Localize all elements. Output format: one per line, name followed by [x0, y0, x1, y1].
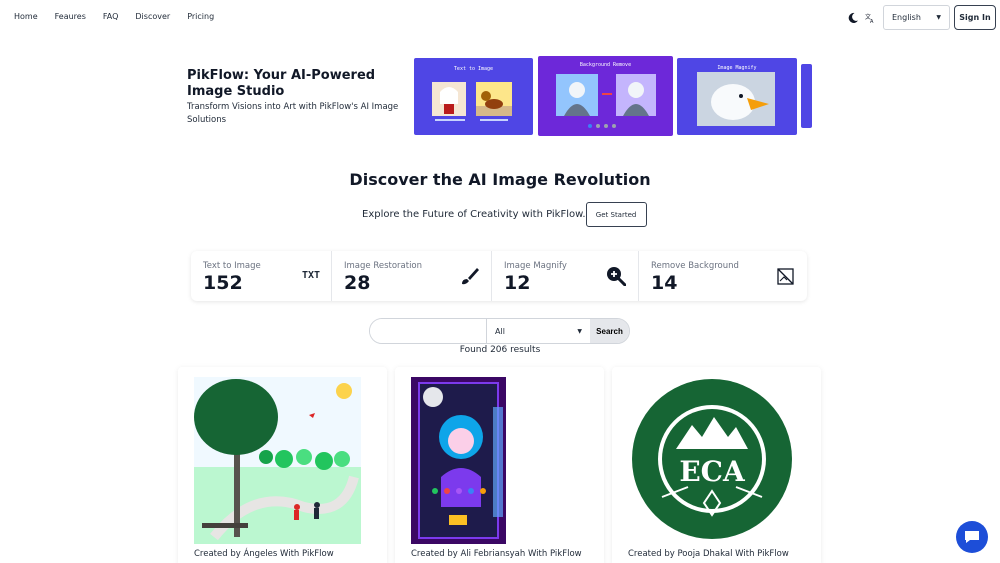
- carousel-dot[interactable]: [604, 124, 608, 128]
- hero-title: PikFlow: Your AI-Powered Image Studio: [187, 68, 376, 99]
- slide-text-to-image[interactable]: Text to Image: [414, 58, 533, 135]
- slide-next-partial[interactable]: [801, 64, 812, 128]
- get-started-button[interactable]: Get Started: [585, 202, 647, 227]
- nav-faq[interactable]: FAQ: [103, 12, 119, 21]
- slide-image-magnify[interactable]: Image Magnify: [677, 58, 797, 135]
- stat-value: 12: [504, 272, 531, 294]
- caret-down-icon: ▼: [577, 327, 582, 335]
- brush-icon: [462, 268, 479, 285]
- category-value: All: [495, 326, 505, 336]
- image-off-icon: [777, 268, 794, 285]
- moon-icon[interactable]: [847, 12, 859, 24]
- discover-title: Discover the AI Image Revolution: [349, 170, 651, 189]
- card-image[interactable]: [411, 377, 506, 544]
- carousel-dot[interactable]: [588, 124, 592, 128]
- stat-label: Image Magnify: [504, 261, 567, 271]
- hero-subtitle: Transform Visions into Art with PikFlow'…: [187, 102, 399, 125]
- svg-text:A: A: [870, 19, 874, 23]
- card-caption: Created by Ali Febriansyah With PikFlow: [411, 549, 582, 559]
- language-value: English: [892, 13, 921, 22]
- discover-row: Explore the Future of Creativity with Pi…: [362, 202, 647, 227]
- nav-links: Home Feaures FAQ Discover Pricing: [14, 12, 231, 21]
- slide-label: Image Magnify: [717, 65, 757, 71]
- gallery-card[interactable]: Created by Ali Febriansyah With PikFlow: [395, 367, 604, 563]
- search-bar: All ▼ Search: [369, 318, 630, 344]
- discover-subtitle: Explore the Future of Creativity with Pi…: [362, 209, 586, 220]
- caret-down-icon: ▼: [936, 14, 941, 21]
- category-select[interactable]: All ▼: [487, 319, 590, 343]
- language-select[interactable]: English ▼: [883, 5, 950, 30]
- chat-button[interactable]: [956, 521, 988, 553]
- stats-panel: Text to Image 152 TXT Image Restoration …: [191, 251, 807, 301]
- svg-text:ECA: ECA: [679, 455, 746, 488]
- txt-icon: TXT: [302, 270, 321, 281]
- results-count: Found 206 results: [459, 345, 541, 355]
- card-caption: Created by Pooja Dhakal With PikFlow: [628, 549, 789, 559]
- card-image[interactable]: ECA: [632, 377, 799, 544]
- slide-label: Text to Image: [453, 66, 494, 72]
- sign-in-button[interactable]: Sign In: [954, 5, 996, 30]
- stat-label: Remove Background: [651, 261, 739, 271]
- stat-text-to-image[interactable]: Text to Image 152 TXT: [191, 251, 332, 301]
- gallery-card[interactable]: ECA Created by Pooja Dhakal With PikFlow: [612, 367, 821, 563]
- slide-label: Background Remove: [579, 62, 632, 68]
- nav-right: 文 A English ▼ Sign In: [847, 5, 996, 30]
- stat-value: 28: [344, 272, 371, 294]
- nav-discover[interactable]: Discover: [135, 12, 170, 21]
- page: Home Feaures FAQ Discover Pricing 文 A En…: [0, 0, 1000, 563]
- carousel-dot[interactable]: [612, 124, 616, 128]
- card-caption: Created by Ángeles With PikFlow: [194, 549, 334, 559]
- top-nav: Home Feaures FAQ Discover Pricing 文 A En…: [0, 0, 1000, 36]
- slide-illustration: [556, 74, 656, 116]
- search-button[interactable]: Search: [590, 319, 629, 343]
- carousel-dot[interactable]: [596, 124, 600, 128]
- search-input[interactable]: [370, 319, 487, 343]
- carousel-dots: [588, 124, 616, 128]
- stat-value: 152: [203, 272, 243, 294]
- stat-label: Image Restoration: [344, 261, 423, 271]
- gallery-card[interactable]: Created by Ángeles With PikFlow: [178, 367, 387, 563]
- nav-home[interactable]: Home: [14, 12, 38, 21]
- nav-pricing[interactable]: Pricing: [187, 12, 214, 21]
- translate-icon[interactable]: 文 A: [865, 13, 875, 23]
- chat-icon: [965, 531, 979, 543]
- zoom-in-icon: [607, 267, 626, 286]
- card-image[interactable]: [194, 377, 361, 544]
- nav-features[interactable]: Feaures: [55, 12, 86, 21]
- stat-remove-background[interactable]: Remove Background 14: [639, 251, 807, 301]
- stat-image-restoration[interactable]: Image Restoration 28: [332, 251, 492, 301]
- stat-image-magnify[interactable]: Image Magnify 12: [492, 251, 639, 301]
- stat-label: Text to Image: [203, 261, 261, 271]
- slide-illustration: [697, 72, 775, 126]
- stat-value: 14: [651, 272, 678, 294]
- slide-illustration: [432, 82, 512, 121]
